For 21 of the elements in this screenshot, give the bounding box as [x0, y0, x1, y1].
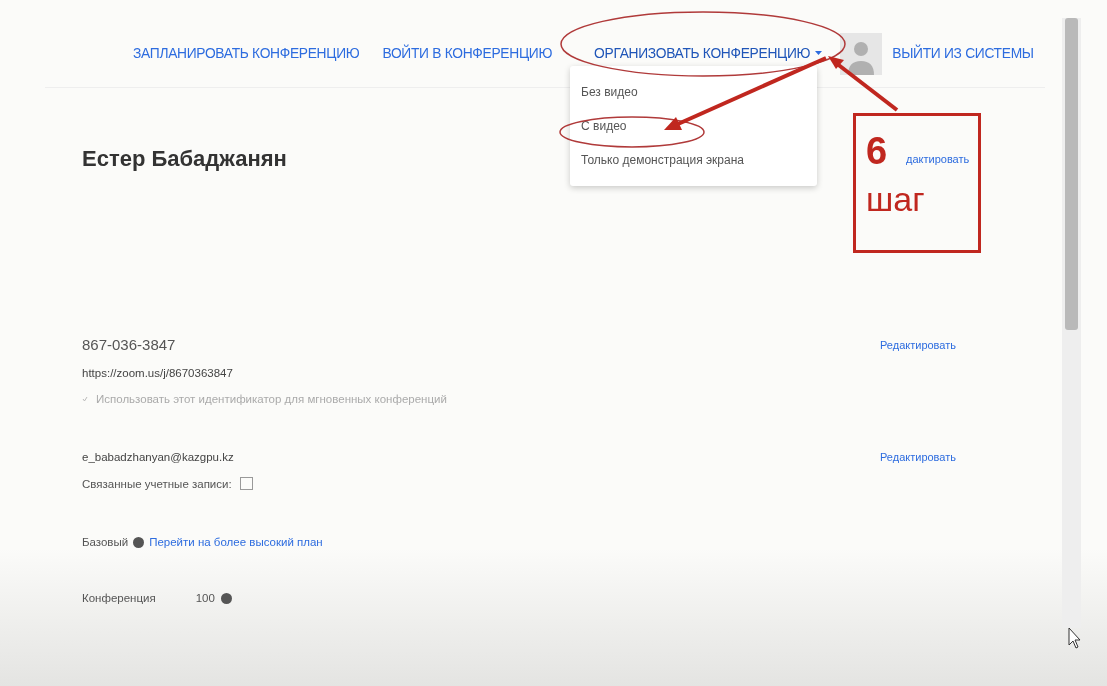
linked-accounts-label: Связанные учетные записи:	[82, 477, 232, 490]
profile-name: Естер Бабаджанян	[82, 146, 287, 172]
meeting-url: https://zoom.us/j/8670363847	[82, 367, 234, 379]
edit-link[interactable]: Редактировать	[880, 338, 990, 351]
nav-link[interactable]: ВОЙТИ В КОНФЕРЕНЦИЮ	[382, 46, 553, 61]
option-text: Использовать этот идентификатор для мгновенных конференций	[96, 393, 447, 405]
step-number: 6	[866, 132, 889, 170]
nav-link[interactable]: ЗАПЛАНИРОВАТЬ КОНФЕРЕНЦИЮ	[133, 46, 360, 61]
plan-label: Базовый	[82, 536, 129, 548]
edit-link[interactable]: Редактировать	[880, 451, 990, 463]
step-label: шаг	[866, 182, 926, 216]
capacity-value: 100	[195, 592, 215, 604]
email-text: e_babadzhanyan@kazgpu.kz	[82, 451, 234, 463]
dropdown-item[interactable]: Без видео	[570, 75, 818, 109]
dropdown-item[interactable]: Только демонстрация экрана	[570, 143, 818, 177]
nav-link[interactable]: ВЫЙТИ ИЗ СИСТЕМЫ	[892, 46, 1034, 61]
nav-menu-link[interactable]: ОРГАНИЗОВАТЬ КОНФЕРЕНЦИЮ	[594, 46, 823, 61]
meeting-id: 867-036-3847	[82, 336, 176, 353]
capacity-label: Конференция	[82, 592, 156, 604]
dropdown-item[interactable]: С видео	[570, 109, 818, 143]
upgrade-link[interactable]: Перейти на более высокий план	[149, 536, 323, 548]
